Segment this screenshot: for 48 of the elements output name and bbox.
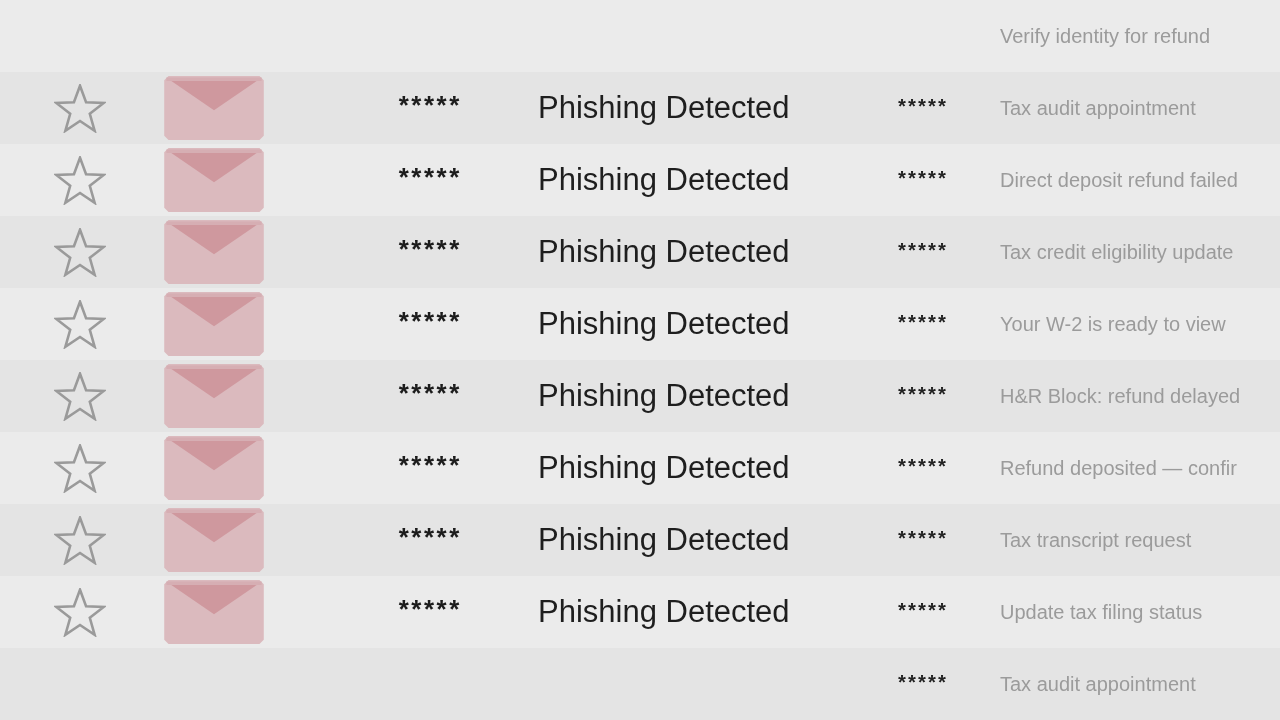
star-icon[interactable] bbox=[54, 371, 106, 421]
subject-text: Tax audit appointment bbox=[1000, 96, 1196, 119]
subject-text: H&R Block: refund delayed bbox=[1000, 384, 1241, 407]
subject-text: Tax credit eligibility update bbox=[1000, 240, 1234, 263]
masked-date: ***** bbox=[896, 600, 946, 624]
subject-text: Update tax filing status bbox=[1000, 600, 1203, 623]
star-icon[interactable] bbox=[54, 587, 106, 637]
masked-sender: ***** bbox=[396, 93, 459, 123]
masked-sender: ***** bbox=[396, 597, 459, 627]
masked-date: ***** bbox=[896, 168, 946, 192]
status-text: Phishing Detected bbox=[538, 450, 790, 485]
masked-date: ***** bbox=[896, 312, 946, 336]
subject-text: Verify identity for refund bbox=[1000, 24, 1211, 47]
masked-sender: ***** bbox=[396, 237, 459, 267]
star-icon[interactable] bbox=[54, 515, 106, 565]
masked-sender: ***** bbox=[396, 309, 459, 339]
subject-text: Direct deposit refund failed bbox=[1000, 168, 1238, 191]
star-icon[interactable] bbox=[54, 83, 106, 133]
subject-text: Refund deposited — confir bbox=[1000, 456, 1237, 479]
masked-sender: ***** bbox=[396, 165, 459, 195]
status-text: Phishing Detected bbox=[538, 90, 790, 125]
star-icon[interactable] bbox=[54, 299, 106, 349]
email-row[interactable]: ***** Phishing Detected ***** Tax transcript request bbox=[0, 504, 1280, 576]
status-text: Phishing Detected bbox=[538, 594, 790, 629]
email-row[interactable]: ***** Phishing Detected ***** H&R Block: refund delayed bbox=[0, 360, 1280, 432]
masked-date: ***** bbox=[896, 240, 946, 264]
status-text: Phishing Detected bbox=[538, 522, 790, 557]
subject-text: Tax transcript request bbox=[1000, 528, 1192, 551]
masked-date: ***** bbox=[896, 456, 946, 480]
subject-text: Tax audit appointment bbox=[1000, 672, 1196, 695]
masked-sender: ***** bbox=[396, 381, 459, 411]
star-icon[interactable] bbox=[54, 155, 106, 205]
masked-date: ***** bbox=[896, 672, 946, 696]
status-text: Phishing Detected bbox=[538, 234, 790, 269]
masked-date: ***** bbox=[896, 528, 946, 552]
subject-text: Your W-2 is ready to view bbox=[1000, 312, 1226, 335]
status-text: Phishing Detected bbox=[538, 306, 790, 341]
masked-date: ***** bbox=[896, 96, 946, 120]
status-text: Phishing Detected bbox=[538, 378, 790, 413]
status-text: Phishing Detected bbox=[538, 162, 790, 197]
masked-sender: ***** bbox=[396, 453, 459, 483]
masked-sender: ***** bbox=[396, 525, 459, 555]
star-icon[interactable] bbox=[54, 443, 106, 493]
email-row[interactable]: ***** Phishing Detected ***** Tax audit appointment bbox=[0, 72, 1280, 144]
star-icon[interactable] bbox=[54, 227, 106, 277]
email-row[interactable]: ***** Phishing Detected ***** Tax credit eligibility update bbox=[0, 216, 1280, 288]
email-row[interactable]: ***** Tax audit appointment bbox=[0, 648, 1280, 720]
masked-date: ***** bbox=[896, 384, 946, 408]
